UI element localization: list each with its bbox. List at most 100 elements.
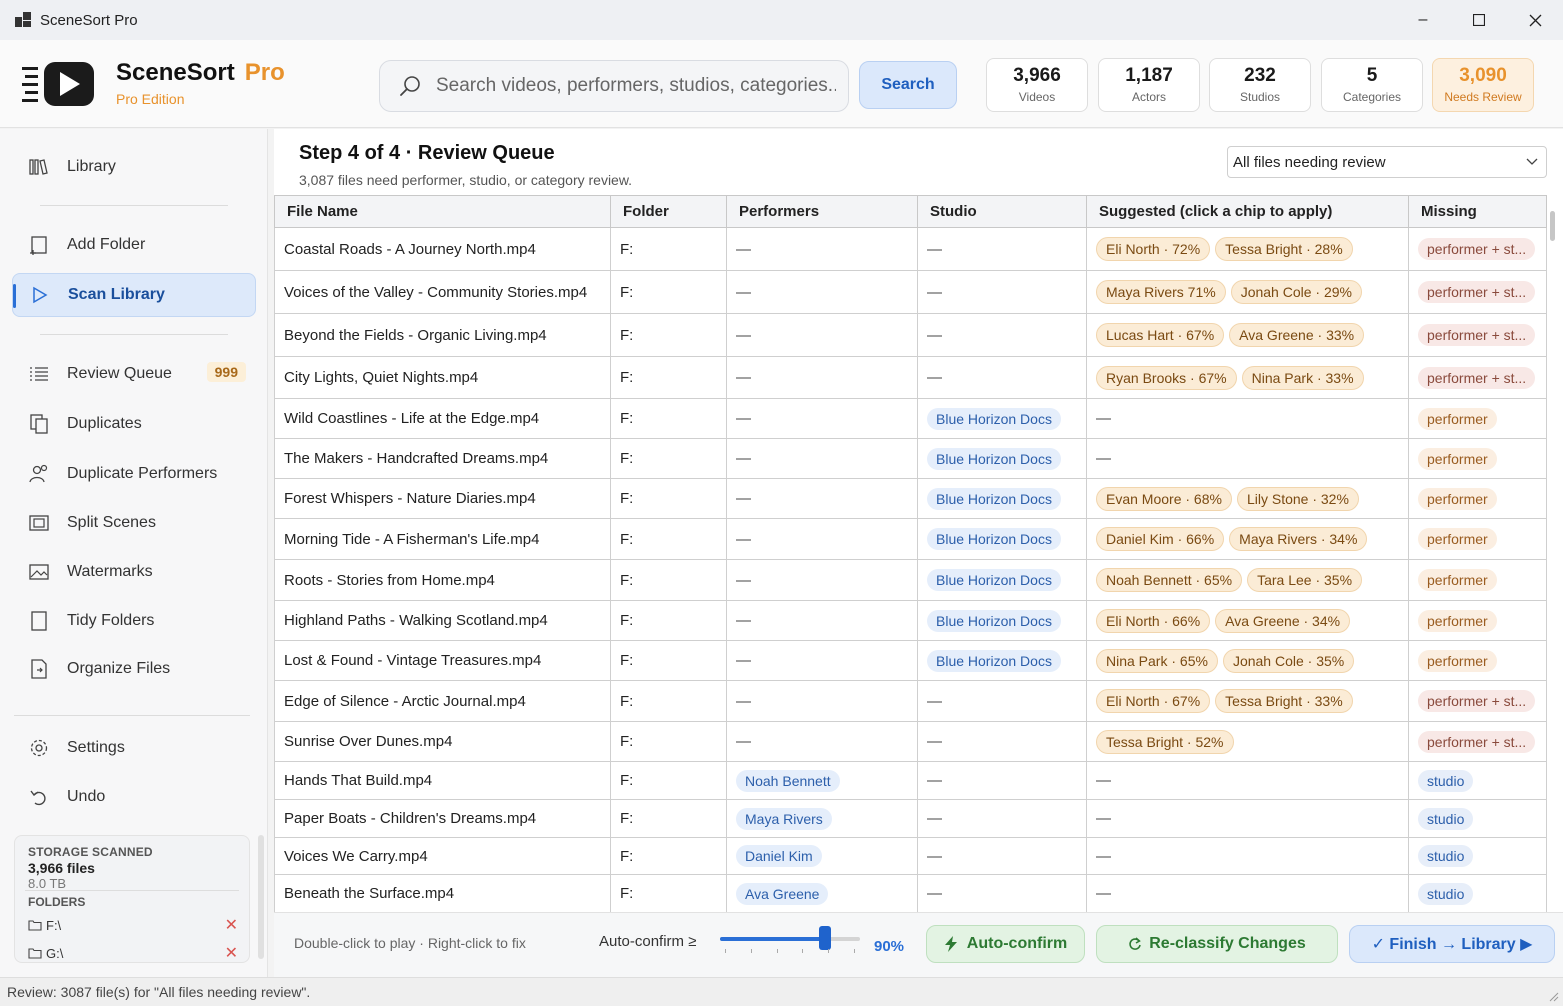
column-header[interactable]: Folder [610,195,727,228]
studio-chip[interactable]: Blue Horizon Docs [927,649,1061,672]
stat-needs-review[interactable]: 3,090 Needs Review [1432,58,1534,112]
sidebar-item-tidy-folders[interactable]: Tidy Folders [12,599,256,643]
file-name-cell: Paper Boats - Children's Dreams.mp4 [274,799,611,838]
performer-chip[interactable]: Ava Greene [736,882,829,905]
performer-chip[interactable]: Maya Rivers [736,807,832,830]
reclassify-button[interactable]: Re-classify Changes [1096,925,1338,963]
studio-chip[interactable]: Blue Horizon Docs [927,487,1061,510]
table-row[interactable]: Paper Boats - Children's Dreams.mp4 F: May… [274,799,1547,838]
sidebar-item-undo[interactable]: Undo [12,775,256,819]
sidebar-item-library[interactable]: Library [12,145,256,189]
sidebar-item-settings[interactable]: Settings [12,726,256,770]
folder-cell: F: [610,356,727,399]
column-header[interactable]: Suggested (click a chip to apply) [1086,195,1409,228]
sidebar-item-split-scenes[interactable]: Split Scenes [12,501,256,545]
table-row[interactable]: Beneath the Surface.mp4 F: Ava Greene — — stu… [274,874,1547,913]
sidebar-item-duplicates[interactable]: Duplicates [12,402,256,446]
search-button[interactable]: Search [859,61,957,109]
studio-cell: Blue Horizon Docs [917,518,1087,560]
table-row[interactable]: Coastal Roads - A Journey North.mp4 F: — — E… [274,227,1547,271]
suggestion-chip[interactable]: Noah Bennett · 65% [1096,568,1243,592]
column-header[interactable]: Performers [726,195,918,228]
table-row[interactable]: Morning Tide - A Fisherman's Life.mp4 F: —… [274,518,1547,560]
table-scrollbar[interactable] [1550,211,1555,241]
search-input[interactable] [436,75,836,97]
suggestion-chip[interactable]: Lucas Hart · 67% [1096,323,1225,347]
file-name: Coastal Roads - A Journey North.mp4 [284,240,536,258]
sidebar-item-scan-library[interactable]: Scan Library [12,273,256,317]
sidebar-scrollbar[interactable] [258,835,264,959]
suggestion-chip[interactable]: Tessa Bright · 52% [1096,729,1234,754]
auto-confirm-button[interactable]: Auto-confirm [926,925,1085,963]
table-row[interactable]: Hands That Build.mp4 F: Noah Bennett — — stud… [274,761,1547,800]
suggestion-chip[interactable]: Nina Park · 65% [1096,648,1218,673]
table-row[interactable]: Lost & Found - Vintage Treasures.mp4 F: — B… [274,640,1547,681]
auto-confirm-slider[interactable] [720,937,860,941]
suggestion-chip[interactable]: Eli North · 66% [1096,608,1211,633]
suggestion-chip[interactable]: Lily Stone · 32% [1236,486,1359,511]
suggestion-chip[interactable]: Eli North · 72% [1096,237,1211,261]
minimize-button[interactable]: – [1395,0,1451,40]
table-row[interactable]: Roots - Stories from Home.mp4 F: — Blue Hor… [274,559,1547,601]
suggestion-chip[interactable]: Jonah Cole · 35% [1222,648,1355,673]
file-name: Voices We Carry.mp4 [284,847,428,865]
studio-chip[interactable]: Blue Horizon Docs [927,609,1061,632]
table-row[interactable]: Edge of Silence - Arctic Journal.mp4 F: — —… [274,680,1547,722]
table-row[interactable]: Highland Paths - Walking Scotland.mp4 F: —… [274,600,1547,641]
performers-cell: — [726,559,918,601]
suggestion-chip[interactable]: Jonah Cole · 29% [1230,280,1362,304]
sidebar-item-organize-files[interactable]: Organize Files [12,647,256,691]
remove-folder-icon[interactable]: ✕ [225,943,238,963]
table-row[interactable]: Voices of the Valley - Community Stories… [274,270,1547,314]
suggestion-chip[interactable]: Eli North · 67% [1096,689,1211,713]
suggestion-chip[interactable]: Nina Park · 33% [1241,365,1364,390]
table-row[interactable]: Wild Coastlines - Life at the Edge.mp4 F:… [274,398,1547,439]
folder-value: F: [620,326,634,344]
slider-thumb[interactable] [819,926,831,950]
sidebar-item-duplicate-performers[interactable]: Duplicate Performers [12,452,256,496]
status-text: Review: 3087 file(s) for "All files need… [7,984,311,1000]
studio-chip[interactable]: Blue Horizon Docs [927,447,1061,470]
suggestion-chip[interactable]: Ryan Brooks · 67% [1096,365,1237,390]
suggestion-chip[interactable]: Tessa Bright · 28% [1215,237,1353,261]
maximize-button[interactable] [1451,0,1507,40]
folder-row[interactable]: F:\ ✕ [28,915,238,935]
suggestion-chip[interactable]: Evan Moore · 68% [1096,486,1232,511]
folder-row[interactable]: G:\ ✕ [28,943,238,963]
table-row[interactable]: Voices We Carry.mp4 F: Daniel Kim — — studio [274,837,1547,875]
suggestion-chip[interactable]: Maya Rivers · 34% [1229,527,1368,551]
file-name: Edge of Silence - Arctic Journal.mp4 [284,692,526,710]
table-row[interactable]: Beyond the Fields - Organic Living.mp4 F:… [274,313,1547,357]
performer-chip[interactable]: Noah Bennett [736,769,840,792]
performer-chip[interactable]: Daniel Kim [736,845,822,867]
review-filter-select[interactable]: All files needing review [1227,146,1547,178]
table-row[interactable]: The Makers - Handcrafted Dreams.mp4 F: — Bl… [274,438,1547,479]
remove-folder-icon[interactable]: ✕ [225,915,238,935]
studio-chip[interactable]: Blue Horizon Docs [927,569,1061,591]
suggestion-chip[interactable]: Tara Lee · 35% [1247,568,1363,592]
folder-value: F: [620,410,634,427]
table-row[interactable]: Sunrise Over Dunes.mp4 F: — — Tessa Bright ·… [274,721,1547,762]
column-header[interactable]: Missing [1408,195,1547,228]
suggestion-chip[interactable]: Ava Greene · 34% [1215,608,1351,633]
column-header[interactable]: Studio [917,195,1087,228]
missing-cell: studio [1408,874,1547,913]
finish-button[interactable]: ✓ Finish → Library ▶ [1349,925,1555,963]
table-row[interactable]: Forest Whispers - Nature Diaries.mp4 F: — B… [274,478,1547,519]
file-name: The Makers - Handcrafted Dreams.mp4 [284,450,549,467]
suggestion-chip[interactable]: Ava Greene · 33% [1229,323,1365,347]
table-row[interactable]: City Lights, Quiet Nights.mp4 F: — — Ryan Br… [274,356,1547,399]
sidebar-item-add-folder[interactable]: Add Folder [12,223,256,267]
studio-chip[interactable]: Blue Horizon Docs [927,407,1061,430]
suggestion-chip[interactable]: Tessa Bright · 33% [1215,689,1353,713]
suggestion-chip[interactable]: Maya Rivers 71% [1096,280,1226,304]
resize-grip-icon[interactable] [1549,992,1559,1002]
sidebar-item-watermarks[interactable]: Watermarks [12,550,256,594]
studio-chip[interactable]: Blue Horizon Docs [927,528,1061,550]
sidebar-item-review-queue[interactable]: Review Queue 999 [12,352,256,396]
column-header[interactable]: File Name [274,195,611,228]
suggestion-chip[interactable]: Daniel Kim · 66% [1096,527,1225,551]
empty-value: — [1096,410,1111,427]
file-name: Hands That Build.mp4 [284,772,433,789]
close-window-button[interactable] [1507,0,1563,40]
